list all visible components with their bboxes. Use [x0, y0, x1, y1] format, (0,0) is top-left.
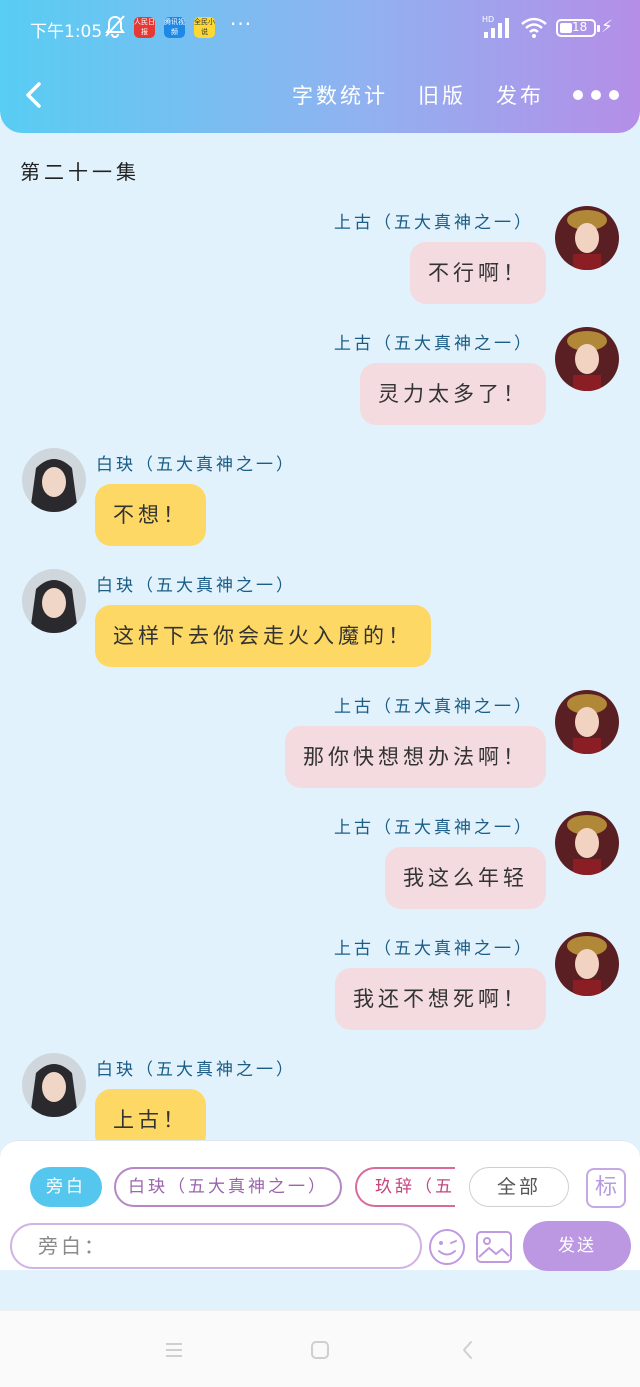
menu-icon[interactable] — [162, 1338, 186, 1362]
status-bar: 下午1:05 人民日报 腾讯视频 全民小说 ··· HD 18 ⚡ — [30, 12, 613, 42]
message-item: 上古（五大真神之一） 那你快想想办法啊！ — [0, 690, 640, 808]
send-button[interactable]: 发送 — [523, 1221, 631, 1271]
wifi-icon — [521, 17, 547, 38]
message-item: 上古（五大真神之一） 不行啊！ — [0, 206, 640, 324]
speaker-name: 白玦（五大真神之一） — [96, 1060, 296, 1080]
emoji-icon[interactable] — [427, 1227, 467, 1267]
tencent-video-app-icon: 腾讯视频 — [164, 17, 185, 38]
avatar[interactable] — [555, 811, 619, 875]
speaker-name: 上古（五大真神之一） — [334, 939, 534, 959]
avatar[interactable] — [555, 206, 619, 270]
speaker-name: 上古（五大真神之一） — [334, 213, 534, 233]
image-icon[interactable] — [474, 1227, 514, 1267]
message-bubble[interactable]: 那你快想想办法啊！ — [285, 726, 546, 788]
speaker-name: 上古（五大真神之一） — [334, 334, 534, 354]
bell-muted-icon — [105, 15, 125, 38]
speaker-name: 白玦（五大真神之一） — [96, 455, 296, 475]
avatar[interactable] — [555, 932, 619, 996]
message-item: 上古（五大真神之一） 我还不想死啊！ — [0, 932, 640, 1050]
top-app-bar: 下午1:05 人民日报 腾讯视频 全民小说 ··· HD 18 ⚡ 字数统计 旧… — [0, 0, 640, 133]
chat-area[interactable]: 第二十一集 上古（五大真神之一） 不行啊！ 上古（五大真神之一） 灵力太多了！ … — [0, 118, 640, 1310]
nav-bar: 字数统计 旧版 发布 — [0, 72, 640, 118]
role-chip-baijue[interactable]: 白玦（五大真神之一） — [114, 1167, 342, 1207]
back-icon[interactable] — [456, 1338, 480, 1362]
message-item: 上古（五大真神之一） 灵力太多了！ — [0, 327, 640, 445]
message-bubble[interactable]: 这样下去你会走火入魔的！ — [95, 605, 431, 667]
publish-button[interactable]: 发布 — [496, 80, 544, 110]
message-bubble[interactable]: 我还不想死啊！ — [335, 968, 546, 1030]
speaker-name: 白玦（五大真神之一） — [96, 576, 296, 596]
avatar[interactable] — [22, 569, 86, 633]
episode-title: 第二十一集 — [20, 160, 140, 184]
people-daily-app-icon: 人民日报 — [134, 17, 155, 38]
word-count-button[interactable]: 字数统计 — [292, 80, 388, 110]
message-item: 白玦（五大真神之一） 不想！ — [0, 448, 640, 566]
speaker-name: 上古（五大真神之一） — [334, 818, 534, 838]
status-time: 下午1:05 — [30, 22, 103, 42]
message-item: 上古（五大真神之一） 我这么年轻 — [0, 811, 640, 929]
avatar[interactable] — [22, 1053, 86, 1117]
avatar[interactable] — [555, 690, 619, 754]
battery-level: 18 — [572, 20, 588, 34]
old-version-button[interactable]: 旧版 — [418, 80, 466, 110]
back-button[interactable] — [18, 78, 50, 112]
message-item: 白玦（五大真神之一） 这样下去你会走火入魔的！ — [0, 569, 640, 687]
novel-app-icon: 全民小说 — [194, 17, 215, 38]
speaker-name: 上古（五大真神之一） — [334, 697, 534, 717]
charging-icon: ⚡ — [601, 17, 613, 37]
battery-icon: 18 — [556, 19, 596, 37]
more-dots-icon[interactable] — [570, 86, 622, 104]
all-roles-button[interactable]: 全部 — [469, 1167, 569, 1207]
message-bubble[interactable]: 灵力太多了！ — [360, 363, 546, 425]
message-bubble[interactable]: 不行啊！ — [410, 242, 546, 304]
avatar[interactable] — [22, 448, 86, 512]
message-bubble[interactable]: 不想！ — [95, 484, 206, 546]
role-chip-narrator[interactable]: 旁白 — [30, 1167, 102, 1207]
home-icon[interactable] — [308, 1338, 332, 1362]
role-chip-jiuci[interactable]: 玖辞（五大 — [355, 1167, 455, 1207]
message-input[interactable] — [10, 1223, 422, 1269]
message-bubble[interactable]: 我这么年轻 — [385, 847, 546, 909]
avatar[interactable] — [555, 327, 619, 391]
more-notifications-icon: ··· — [230, 12, 253, 36]
composer-panel: 旁白 白玦（五大真神之一） 玖辞（五大 全部 标 发送 — [0, 1140, 640, 1271]
mark-button[interactable]: 标 — [586, 1168, 626, 1208]
system-nav-bar — [0, 1310, 640, 1387]
